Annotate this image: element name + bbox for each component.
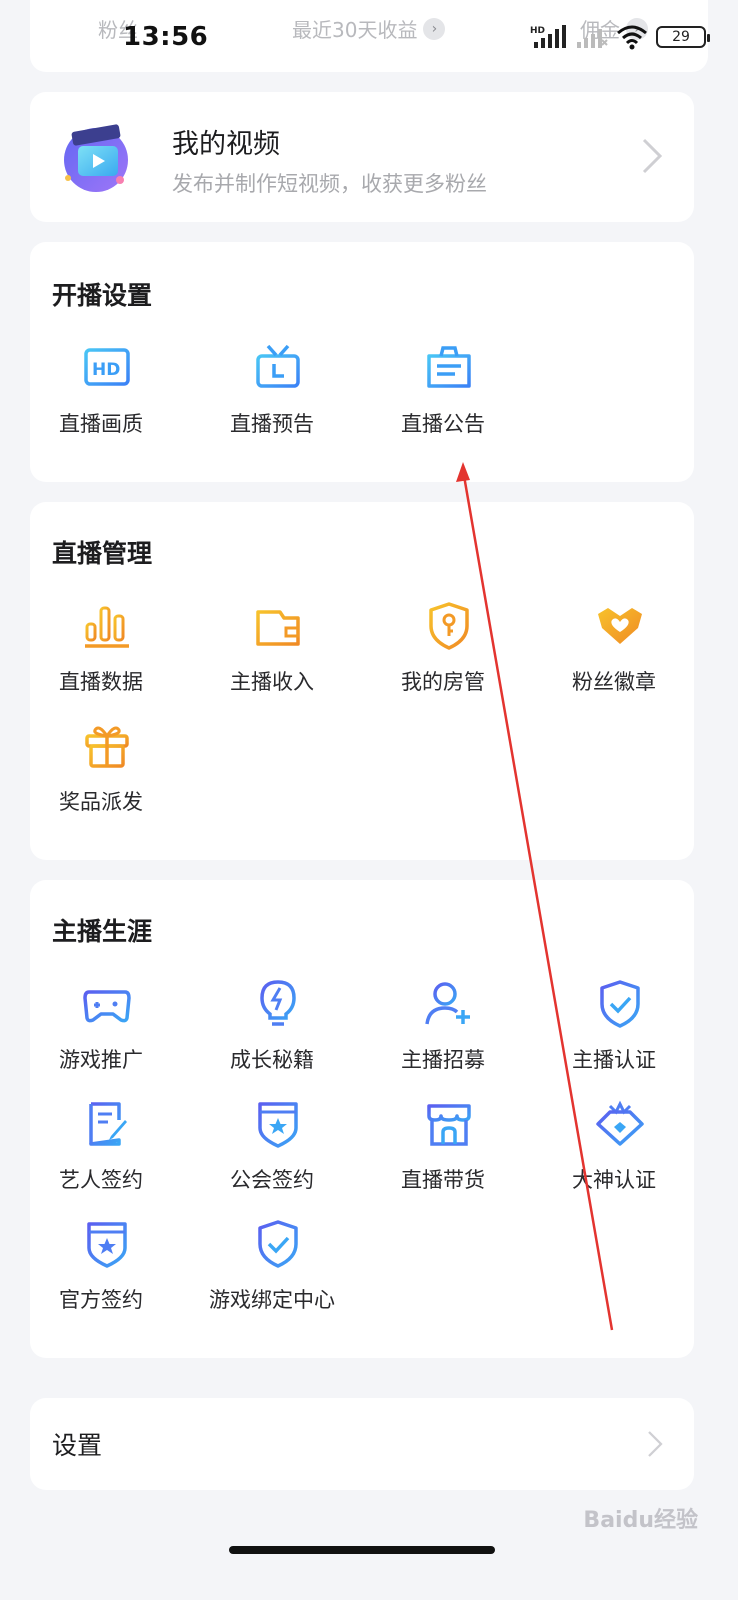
- shield-star-icon: [258, 1102, 298, 1148]
- signal-weak-icon: [577, 29, 608, 48]
- grid-item-room-admin[interactable]: 我的房管: [378, 600, 508, 710]
- grid-item-anchor-cert[interactable]: 主播认证: [549, 978, 679, 1088]
- svg-text:HD: HD: [92, 360, 120, 380]
- watermark: Baidu经验: [583, 1508, 698, 1533]
- grid-item-artist-sign[interactable]: 艺人签约: [36, 1098, 166, 1208]
- home-indicator[interactable]: [229, 1546, 495, 1554]
- grid-item-income[interactable]: 主播收入: [207, 600, 337, 710]
- add-user-icon: [425, 982, 470, 1025]
- grid-item-fan-badge[interactable]: 粉丝徽章: [549, 600, 679, 710]
- shield-key-icon: [429, 602, 469, 650]
- my-videos-subtitle: 发布并制作短视频，收获更多粉丝: [172, 172, 487, 196]
- my-videos-title: 我的视频: [172, 129, 280, 160]
- grid-item-label: 我的房管: [401, 670, 485, 694]
- grid-item-prize[interactable]: 奖品派发: [36, 720, 166, 830]
- grid-item-live-commerce[interactable]: 直播带货: [378, 1098, 508, 1208]
- grid-item-preview[interactable]: 直播预告: [207, 342, 337, 452]
- grid-item-label: 奖品派发: [59, 790, 143, 814]
- svg-text:HD: HD: [530, 26, 545, 36]
- grid-item-label: 官方签约: [59, 1288, 143, 1312]
- grid-item-label: 主播招募: [401, 1048, 485, 1072]
- section-title: 开播设置: [52, 281, 153, 310]
- bar-chart-icon: [85, 606, 129, 648]
- badge-star-icon: [87, 1222, 127, 1268]
- grid-item-label: 公会签约: [230, 1168, 314, 1192]
- settings-row[interactable]: 设置: [30, 1398, 694, 1490]
- grid-item-label: 粉丝徽章: [572, 670, 656, 694]
- grid-item-label: 艺人签约: [59, 1168, 143, 1192]
- my-videos-card[interactable]: 我的视频 发布并制作短视频，收获更多粉丝: [30, 92, 694, 222]
- grid-item-master-cert[interactable]: 大神认证: [549, 1098, 679, 1208]
- lightbulb-icon: [260, 980, 296, 1026]
- tv-icon: [256, 344, 300, 388]
- wifi-icon: [617, 25, 647, 50]
- video-clapper-icon: [64, 124, 128, 192]
- hd-signal-icon: HD: [530, 25, 566, 48]
- battery-icon: 29: [656, 26, 710, 48]
- crown-gem-icon: [596, 1100, 644, 1146]
- grid-item-label: 直播带货: [401, 1168, 485, 1192]
- grid-item-label: 大神认证: [572, 1168, 656, 1192]
- store-icon: [427, 1104, 471, 1146]
- status-icons: HD 29: [530, 24, 710, 50]
- grid-item-game-promo[interactable]: 游戏推广: [36, 978, 166, 1088]
- heart-badge-icon: [598, 608, 642, 644]
- grid-item-label: 直播数据: [59, 670, 143, 694]
- grid-item-growth-tips[interactable]: 成长秘籍: [207, 978, 337, 1088]
- section-title: 主播生涯: [52, 917, 153, 946]
- grid-item-guild-sign[interactable]: 公会签约: [207, 1098, 337, 1208]
- grid-item-label: 直播公告: [401, 412, 485, 436]
- shield-check-icon: [258, 1220, 298, 1268]
- grid-item-label: 主播收入: [230, 670, 314, 694]
- grid-item-quality[interactable]: HD 直播画质: [36, 342, 166, 452]
- grid-item-notice[interactable]: 直播公告: [378, 342, 508, 452]
- grid-item-label: 游戏推广: [59, 1048, 143, 1072]
- grid-item-label: 直播画质: [59, 412, 143, 436]
- grid-item-official-sign[interactable]: 官方签约: [36, 1218, 166, 1328]
- grid-item-recruit[interactable]: 主播招募: [378, 978, 508, 1088]
- grid-item-game-binding[interactable]: 游戏绑定中心: [207, 1218, 337, 1328]
- wallet-icon: [256, 610, 300, 646]
- grid-item-label: 成长秘籍: [230, 1048, 314, 1072]
- status-time: 13:56: [123, 22, 209, 52]
- live-management-card: 直播管理 直播数据 主播收入 我的房管 粉丝徽章 奖品派发: [30, 502, 694, 860]
- chevron-right-icon: [648, 1431, 663, 1457]
- grid-item-label: 游戏绑定中心: [209, 1288, 335, 1312]
- chevron-right-icon: [642, 138, 663, 174]
- notice-icon: [427, 346, 471, 388]
- income-stat[interactable]: 最近30天收益 ›: [292, 14, 446, 43]
- grid-item-live-data[interactable]: 直播数据: [36, 600, 166, 710]
- gift-icon: [85, 726, 129, 768]
- broadcast-settings-card: 开播设置 HD 直播画质 直播预告 直播公告: [30, 242, 694, 482]
- income-label: 最近30天收益: [292, 18, 418, 42]
- doc-pen-icon: [89, 1102, 127, 1146]
- grid-item-label: 主播认证: [572, 1048, 656, 1072]
- chevron-right-icon: ›: [423, 17, 446, 40]
- anchor-career-card: 主播生涯 游戏推广 成长秘籍 主播招募 主播认证 艺人签约 公会签约 直播带货 …: [30, 880, 694, 1358]
- shield-check-icon: [600, 980, 640, 1028]
- settings-label: 设置: [52, 1431, 103, 1460]
- section-title: 直播管理: [52, 539, 153, 568]
- hd-icon: HD: [84, 348, 130, 386]
- grid-item-label: 直播预告: [230, 412, 314, 436]
- gamepad-icon: [83, 990, 131, 1023]
